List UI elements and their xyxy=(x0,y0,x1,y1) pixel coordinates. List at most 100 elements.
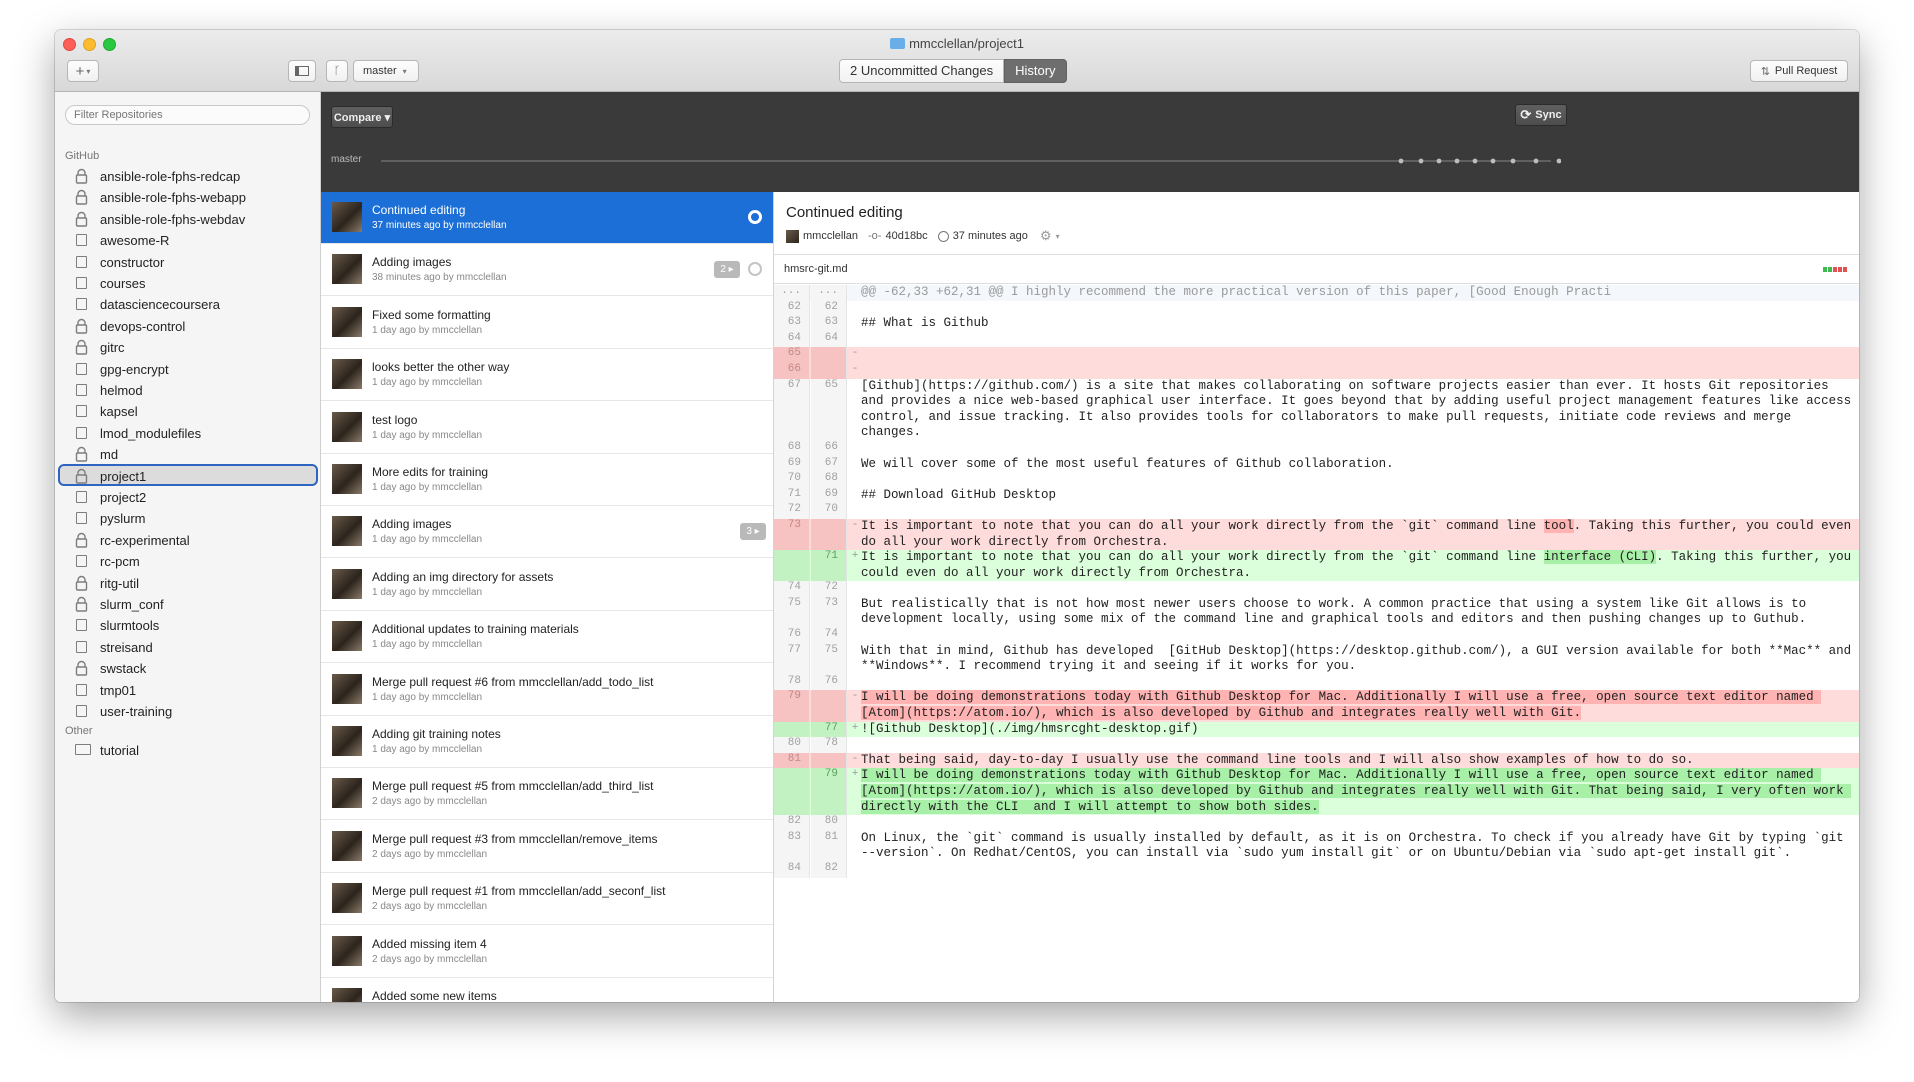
timeline-commit-dot[interactable] xyxy=(1556,158,1561,164)
commit-row[interactable]: looks better the other way 1 day ago by m… xyxy=(321,349,773,402)
commit-row[interactable]: More edits for training 1 day ago by mmcc… xyxy=(321,454,773,506)
diff-marker: - xyxy=(851,518,859,531)
tab-history[interactable]: History xyxy=(1004,59,1067,83)
timeline-commit-dot[interactable] xyxy=(1533,158,1539,164)
commit-row[interactable]: Adding images 1 day ago by mmcclellan 3 ▸ xyxy=(321,506,773,559)
new-line-number xyxy=(811,347,847,363)
sidebar-item-label: gitrc xyxy=(100,340,125,356)
timeline-commit-dot[interactable] xyxy=(1436,158,1442,164)
commit-row[interactable]: Merge pull request #1 from mmcclellan/ad… xyxy=(321,873,773,926)
sync-button[interactable]: ⟳ Sync xyxy=(1515,104,1567,126)
diff-view: ...... @@ -62,33 +62,31 @@ I highly recom… xyxy=(774,285,1859,878)
timeline-commit-dot[interactable] xyxy=(1454,158,1460,164)
commit-row[interactable]: Added some new items xyxy=(321,978,773,1002)
commit-row[interactable]: Added missing item 4 2 days ago by mmccle… xyxy=(321,926,773,978)
chevron-down-icon[interactable]: ▾ xyxy=(1056,232,1060,241)
commit-row[interactable]: Additional updates to training materials… xyxy=(321,611,773,664)
sidebar-item-project1[interactable]: project1 xyxy=(58,463,318,486)
sidebar-item-helmod[interactable]: helmod xyxy=(58,378,318,400)
tab-uncommitted-changes[interactable]: 2 Uncommitted Changes xyxy=(839,59,1005,83)
file-name[interactable]: hmsrc-git.md xyxy=(784,263,848,275)
collapsed-commits-badge[interactable]: 3 ▸ xyxy=(740,523,766,541)
new-line-number: 81 xyxy=(811,830,847,862)
sidebar-item-slurmtools[interactable]: slurmtools xyxy=(58,613,318,635)
add-repository-button[interactable]: + ▾ xyxy=(67,60,99,82)
sidebar-item-devops-control[interactable]: devops-control xyxy=(58,314,318,336)
repo-icon xyxy=(76,555,87,568)
sidebar-item-kapsel[interactable]: kapsel xyxy=(58,399,318,421)
lock-icon xyxy=(74,318,89,334)
diff-line: 71 69 ## Download GitHub Desktop xyxy=(774,487,1859,504)
sidebar-item-rc-pcm[interactable]: rc-pcm xyxy=(58,549,318,571)
pull-request-button[interactable]: ⇅ Pull Request xyxy=(1750,60,1848,82)
timeline-commit-dot[interactable] xyxy=(1510,158,1516,164)
commit-marker-icon xyxy=(748,262,762,277)
new-line-number: 82 xyxy=(811,861,847,878)
sidebar-item-datasciencecoursera[interactable]: datasciencecoursera xyxy=(58,292,318,314)
new-line-number: ... xyxy=(811,285,847,301)
timeline-commit-dot[interactable] xyxy=(1472,158,1478,164)
timeline-commit-dot[interactable] xyxy=(1418,158,1424,164)
commit-row[interactable]: Adding an img directory for assets 1 day … xyxy=(321,559,773,611)
sidebar-item-slurm-conf[interactable]: slurm_conf xyxy=(58,592,318,614)
sidebar-item-gpg-encrypt[interactable]: gpg-encrypt xyxy=(58,357,318,379)
compare-button[interactable]: Compare ▾ xyxy=(331,106,393,128)
branch-button[interactable]: ᚴ xyxy=(326,60,348,82)
diff-line: ...... @@ -62,33 +62,31 @@ I highly recom… xyxy=(774,285,1859,301)
sidebar-item-user-training[interactable]: user-training xyxy=(58,699,318,721)
sidebar-item-awesome-r[interactable]: awesome-R xyxy=(58,228,318,250)
sidebar-item-ansible-role-fphs-redcap[interactable]: ansible-role-fphs-redcap xyxy=(58,164,318,186)
avatar xyxy=(332,778,362,809)
commit-row[interactable]: test logo 1 day ago by mmcclellan xyxy=(321,402,773,454)
diff-marker: + xyxy=(851,550,859,563)
commit-author: mmcclellan xyxy=(803,230,859,242)
sidebar-item-label: awesome-R xyxy=(100,233,170,249)
sidebar-item-label: lmod_modulefiles xyxy=(100,425,202,441)
commit-row[interactable]: Continued editing 37 minutes ago by mmccl… xyxy=(321,192,773,244)
new-line-number: 80 xyxy=(811,815,847,831)
branch-select[interactable]: master ▾ xyxy=(353,60,419,82)
sidebar-item-rc-experimental[interactable]: rc-experimental xyxy=(58,528,318,550)
old-line-number xyxy=(774,550,810,582)
lock-icon xyxy=(74,339,89,355)
sidebar-item-label: tutorial xyxy=(100,743,140,758)
commit-row[interactable]: Fixed some formatting 1 day ago by mmccle… xyxy=(321,297,773,349)
diff-line-text: ![Github Desktop](./img/hmsrcght-desktop… xyxy=(861,721,1199,736)
commit-row[interactable]: Merge pull request #5 from mmcclellan/ad… xyxy=(321,768,773,821)
sidebar-item-ritg-util[interactable]: ritg-util xyxy=(58,571,318,593)
sidebar-item-pyslurm[interactable]: pyslurm xyxy=(58,506,318,528)
commit-row[interactable]: Adding git training notes 1 day ago by mm… xyxy=(321,716,773,768)
sidebar-item-swstack[interactable]: swstack xyxy=(58,656,318,678)
sidebar-item-lmod-modulefiles[interactable]: lmod_modulefiles xyxy=(58,421,318,443)
collapsed-commits-badge[interactable]: 2 ▸ xyxy=(714,261,740,279)
sidebar-item-courses[interactable]: courses xyxy=(58,271,318,293)
sidebar-item-label: gpg-encrypt xyxy=(100,361,169,377)
commit-row[interactable]: Adding images 38 minutes ago by mmcclella… xyxy=(321,244,773,297)
sidebar-item-gitrc[interactable]: gitrc xyxy=(58,335,318,357)
lock-icon xyxy=(74,446,89,462)
timeline-commit-dot[interactable] xyxy=(1490,158,1496,164)
new-line-number: 65 xyxy=(811,378,847,441)
sidebar-item-constructor[interactable]: constructor xyxy=(58,250,318,272)
gear-icon[interactable]: ⚙ xyxy=(1040,228,1052,244)
filter-repositories-input[interactable] xyxy=(65,105,310,125)
sidebar-item-md[interactable]: md xyxy=(58,442,318,464)
sidebar-item-ansible-role-fphs-webdav[interactable]: ansible-role-fphs-webdav xyxy=(58,207,318,229)
commit-row[interactable]: Merge pull request #6 from mmcclellan/ad… xyxy=(321,664,773,716)
commit-row[interactable]: Merge pull request #3 from mmcclellan/re… xyxy=(321,821,773,873)
diff-marker: + xyxy=(851,768,859,781)
commit-sha[interactable]: 40d18bc xyxy=(885,230,927,242)
sidebar-item-tutorial[interactable]: tutorial xyxy=(58,738,318,760)
commit-timeline[interactable] xyxy=(381,151,1561,171)
commit-row-subtitle: 37 minutes ago by mmcclellan xyxy=(372,220,507,231)
sidebar-item-ansible-role-fphs-webapp[interactable]: ansible-role-fphs-webapp xyxy=(58,185,318,207)
sidebar-item-tmp01[interactable]: tmp01 xyxy=(58,678,318,700)
diff-line: 76 74 xyxy=(774,628,1859,644)
sidebar-item-streisand[interactable]: streisand xyxy=(58,635,318,657)
timeline-commit-dot[interactable] xyxy=(1398,158,1404,164)
toggle-sidebar-button[interactable] xyxy=(288,60,316,82)
clock-icon xyxy=(937,230,949,242)
sidebar-item-project2[interactable]: project2 xyxy=(58,485,318,507)
commit-row-title: Added missing item 4 xyxy=(372,936,487,951)
commit-row-subtitle: 1 day ago by mmcclellan xyxy=(372,482,483,493)
